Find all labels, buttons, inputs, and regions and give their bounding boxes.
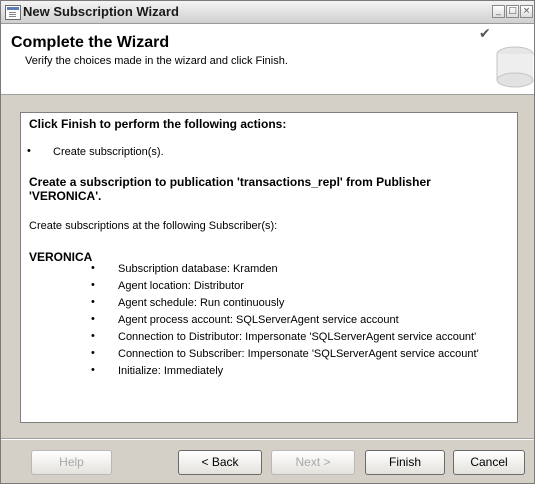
summary-text-box[interactable]: Click Finish to perform the following ac… [20,112,518,423]
help-button[interactable]: Help [31,450,112,475]
next-button[interactable]: Next > [271,450,355,475]
subscriber-name: VERONICA [29,250,93,264]
wizard-header: Complete the Wizard Verify the choices m… [1,24,534,95]
bullet: • [27,145,31,157]
minimize-icon[interactable]: _ [492,5,505,18]
footer-divider [1,438,534,440]
bullet: • [91,262,95,274]
bullet: • [91,296,95,308]
bullet: • [91,364,95,376]
summary-heading: Click Finish to perform the following ac… [29,117,287,131]
detail-item: Subscription database: Kramden [118,263,278,275]
bullet: • [91,279,95,291]
window-icon [5,5,21,20]
wizard-window: New Subscription Wizard _ □ × Complete t… [0,0,535,484]
page-title: Complete the Wizard [11,34,170,51]
subscribers-label: Create subscriptions at the following Su… [29,220,278,232]
detail-item: Connection to Subscriber: Impersonate 'S… [118,348,479,360]
title-bar[interactable]: New Subscription Wizard _ □ × [1,1,534,24]
back-button[interactable]: < Back [178,450,262,475]
wizard-graphic-icon [496,46,534,88]
detail-item: Agent schedule: Run continuously [118,297,285,309]
close-icon[interactable]: × [520,5,533,18]
detail-item: Agent location: Distributor [118,280,244,292]
bullet: • [91,347,95,359]
finish-button[interactable]: Finish [365,450,445,475]
bullet: • [91,313,95,325]
publication-heading-line1: Create a subscription to publication 'tr… [29,175,431,189]
cancel-button[interactable]: Cancel [453,450,525,475]
page-subtitle: Verify the choices made in the wizard an… [25,55,288,67]
window-title: New Subscription Wizard [23,4,179,19]
action-item: Create subscription(s). [53,146,164,158]
bullet: • [91,330,95,342]
detail-item: Initialize: Immediately [118,365,224,377]
checkmark-icon: ✔ [479,26,491,42]
publication-heading-line2: 'VERONICA'. [29,189,102,203]
detail-item: Agent process account: SQLServerAgent se… [118,314,399,326]
detail-item: Connection to Distributor: Impersonate '… [118,331,477,343]
maximize-icon[interactable]: □ [506,5,519,18]
